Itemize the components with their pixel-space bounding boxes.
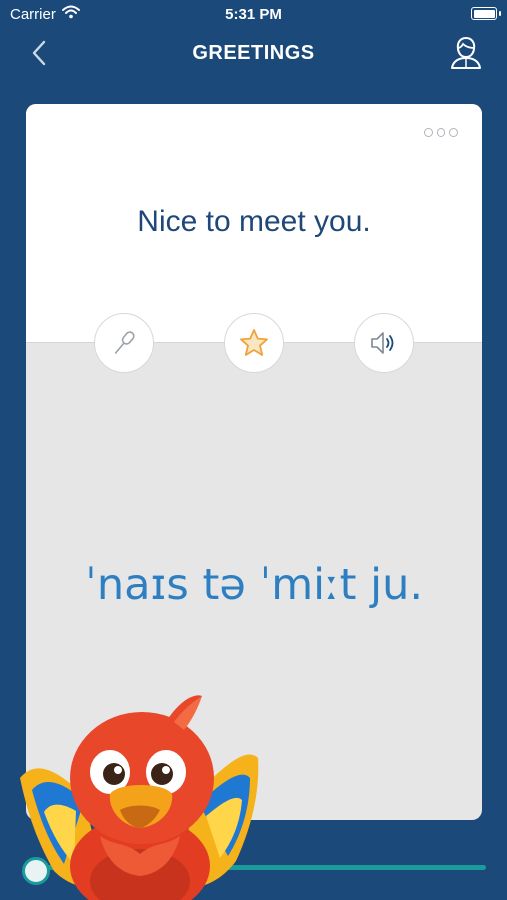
- favorite-button[interactable]: [224, 313, 284, 373]
- record-button[interactable]: [94, 313, 154, 373]
- status-bar: Carrier 5:31 PM: [0, 0, 507, 28]
- play-audio-button[interactable]: [354, 313, 414, 373]
- page-title: GREETINGS: [192, 42, 315, 64]
- more-dots-icon[interactable]: [424, 128, 459, 140]
- person-icon[interactable]: [449, 34, 483, 70]
- flashcard-front: Nice to meet you.: [26, 104, 482, 343]
- star-icon: [240, 329, 268, 356]
- parrot-mascot: [20, 695, 259, 900]
- battery-icon: [471, 7, 501, 20]
- phrase-text: Nice to meet you.: [137, 205, 371, 238]
- speaker-icon: [371, 332, 394, 354]
- nav-bar: GREETINGS: [0, 30, 507, 76]
- microphone-icon: [114, 331, 135, 354]
- ipa-transcription: ˈnaɪs tə ˈmiːt ju.: [85, 560, 423, 610]
- status-time: 5:31 PM: [225, 6, 282, 23]
